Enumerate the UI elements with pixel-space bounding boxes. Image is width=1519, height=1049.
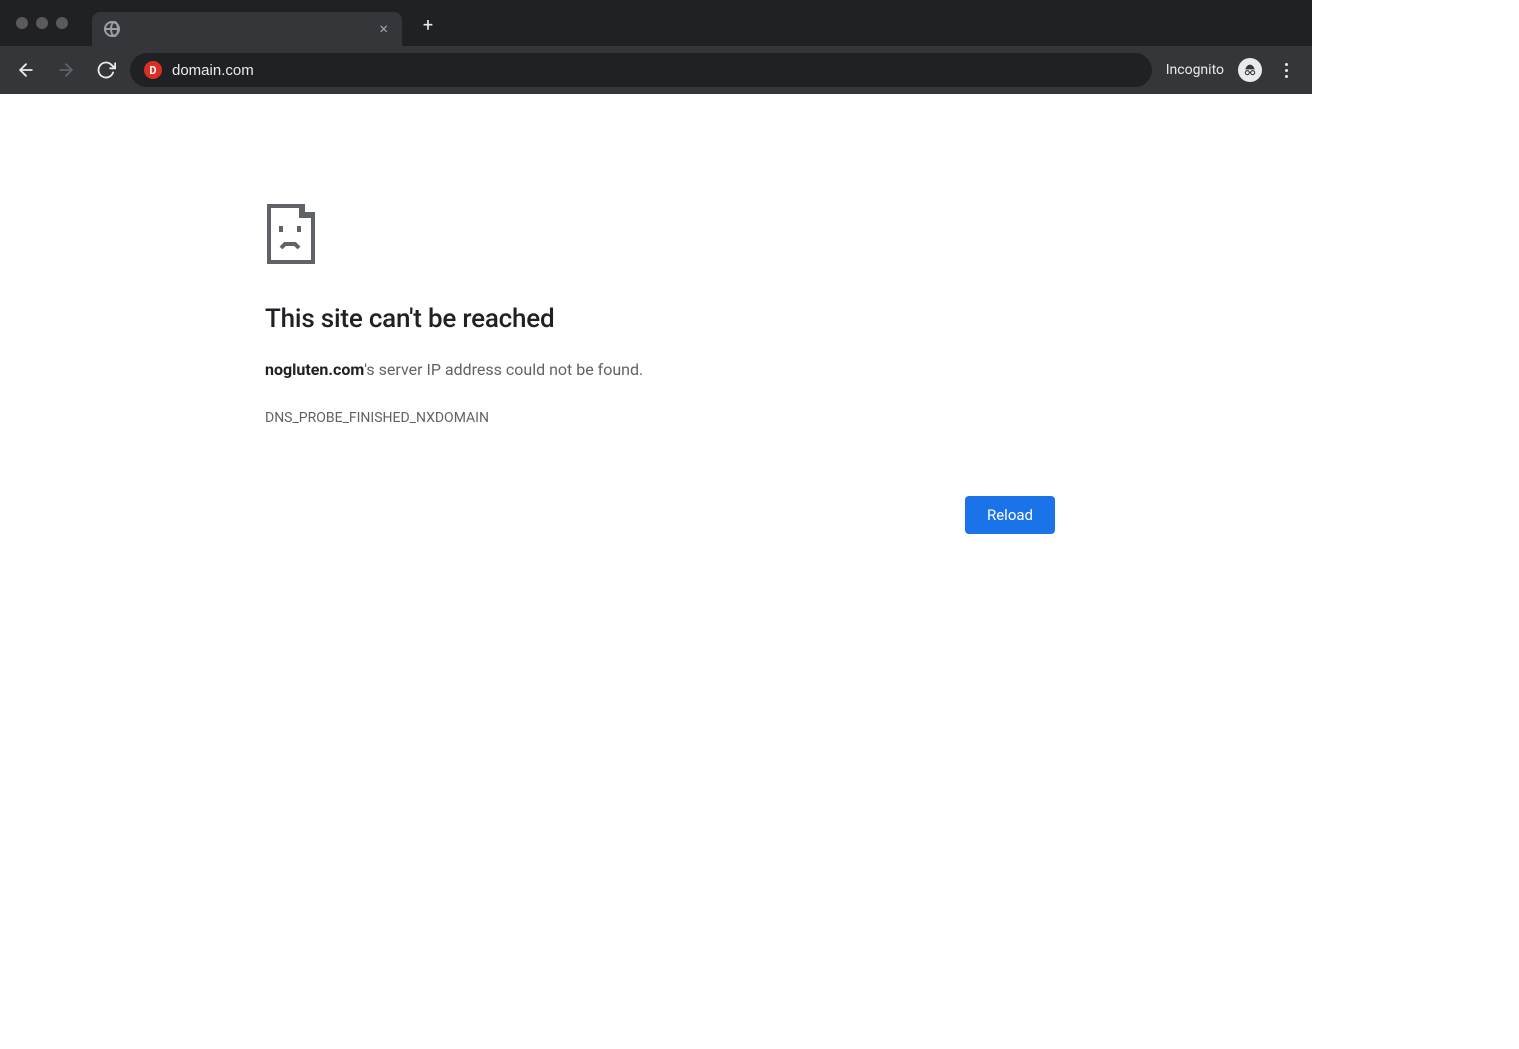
- reload-icon: [96, 60, 116, 80]
- arrow-right-icon: [56, 60, 76, 80]
- incognito-icon[interactable]: [1238, 58, 1262, 82]
- browser-chrome: × + D Incognito: [0, 0, 1312, 94]
- forward-button[interactable]: [50, 54, 82, 86]
- error-domain: nogluten.com: [265, 360, 364, 379]
- reload-row: Reload: [265, 496, 1055, 534]
- window-controls: [16, 17, 68, 29]
- window-close-button[interactable]: [16, 17, 28, 29]
- incognito-label: Incognito: [1166, 62, 1224, 78]
- error-title: This site can't be reached: [265, 304, 865, 334]
- site-favicon-icon: D: [144, 61, 162, 79]
- address-bar[interactable]: D: [130, 53, 1152, 87]
- reload-nav-button[interactable]: [90, 54, 122, 86]
- incognito-glyph-icon: [1242, 62, 1258, 78]
- window-minimize-button[interactable]: [36, 17, 48, 29]
- back-button[interactable]: [10, 54, 42, 86]
- window-maximize-button[interactable]: [56, 17, 68, 29]
- error-code: DNS_PROBE_FINISHED_NXDOMAIN: [265, 410, 865, 426]
- sad-file-icon: [265, 204, 317, 264]
- page-content: This site can't be reached nogluten.com'…: [0, 94, 1312, 534]
- globe-icon: [104, 21, 120, 37]
- url-input[interactable]: [172, 62, 1138, 79]
- close-tab-icon[interactable]: ×: [377, 19, 390, 39]
- browser-toolbar: D Incognito: [0, 46, 1312, 94]
- arrow-left-icon: [16, 60, 36, 80]
- plus-icon: +: [423, 15, 433, 36]
- error-message: nogluten.com's server IP address could n…: [265, 358, 865, 382]
- dots-icon: [1285, 63, 1288, 66]
- error-message-suffix: 's server IP address could not be found.: [364, 360, 643, 379]
- browser-menu-button[interactable]: [1270, 54, 1302, 86]
- tab-strip: × +: [0, 0, 1312, 46]
- reload-button[interactable]: Reload: [965, 496, 1055, 534]
- error-container: This site can't be reached nogluten.com'…: [265, 204, 865, 426]
- browser-tab[interactable]: ×: [92, 12, 402, 46]
- new-tab-button[interactable]: +: [414, 11, 442, 39]
